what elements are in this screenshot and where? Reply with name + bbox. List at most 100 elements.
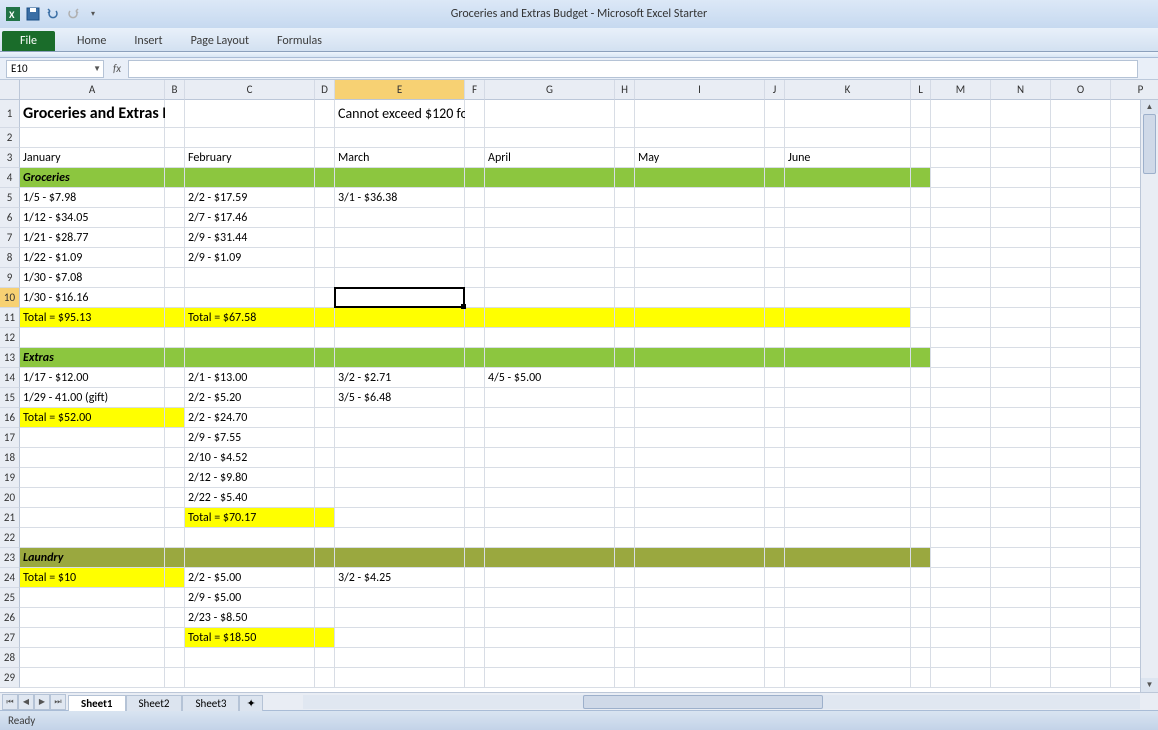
cell-G14[interactable]: 4/5 - $5.00 bbox=[485, 368, 615, 388]
cell-M23[interactable] bbox=[931, 548, 991, 568]
cell-B4[interactable] bbox=[165, 168, 185, 188]
cell-H7[interactable] bbox=[615, 228, 635, 248]
cell-C6[interactable]: 2/7 - $17.46 bbox=[185, 208, 315, 228]
cell-I13[interactable] bbox=[635, 348, 765, 368]
col-header-D[interactable]: D bbox=[315, 80, 335, 100]
cell-F29[interactable] bbox=[465, 668, 485, 688]
cell-O21[interactable] bbox=[1051, 508, 1111, 528]
cell-L28[interactable] bbox=[911, 648, 931, 668]
cell-G28[interactable] bbox=[485, 648, 615, 668]
cell-C10[interactable] bbox=[185, 288, 315, 308]
sheet-tab-2[interactable]: Sheet2 bbox=[126, 695, 183, 711]
qat-dropdown-icon[interactable]: ▾ bbox=[84, 5, 102, 23]
row-header-4[interactable]: 4 bbox=[0, 168, 20, 188]
cell-E5[interactable]: 3/1 - $36.38 bbox=[335, 188, 465, 208]
cell-F26[interactable] bbox=[465, 608, 485, 628]
col-header-P[interactable]: P bbox=[1111, 80, 1158, 100]
cell-A27[interactable] bbox=[20, 628, 165, 648]
cell-M24[interactable] bbox=[931, 568, 991, 588]
cell-H15[interactable] bbox=[615, 388, 635, 408]
cell-F22[interactable] bbox=[465, 528, 485, 548]
cell-J1[interactable] bbox=[765, 100, 785, 128]
cell-K1[interactable] bbox=[785, 100, 911, 128]
cell-C2[interactable] bbox=[185, 128, 315, 148]
row-header-7[interactable]: 7 bbox=[0, 228, 20, 248]
cell-D28[interactable] bbox=[315, 648, 335, 668]
cell-B2[interactable] bbox=[165, 128, 185, 148]
redo-icon[interactable] bbox=[64, 5, 82, 23]
cell-N6[interactable] bbox=[991, 208, 1051, 228]
cell-G8[interactable] bbox=[485, 248, 615, 268]
cell-B17[interactable] bbox=[165, 428, 185, 448]
cell-H13[interactable] bbox=[615, 348, 635, 368]
tab-formulas[interactable]: Formulas bbox=[263, 31, 336, 51]
cell-F19[interactable] bbox=[465, 468, 485, 488]
cell-J12[interactable] bbox=[765, 328, 785, 348]
cell-I19[interactable] bbox=[635, 468, 765, 488]
cell-D13[interactable] bbox=[315, 348, 335, 368]
sheet-nav-first[interactable]: ⏮ bbox=[2, 694, 18, 710]
cell-F10[interactable] bbox=[465, 288, 485, 308]
cell-J16[interactable] bbox=[765, 408, 785, 428]
cell-H9[interactable] bbox=[615, 268, 635, 288]
cell-J29[interactable] bbox=[765, 668, 785, 688]
cell-G13[interactable] bbox=[485, 348, 615, 368]
cell-E24[interactable]: 3/2 - $4.25 bbox=[335, 568, 465, 588]
cell-F28[interactable] bbox=[465, 648, 485, 668]
cell-M29[interactable] bbox=[931, 668, 991, 688]
row-header-21[interactable]: 21 bbox=[0, 508, 20, 528]
cell-I14[interactable] bbox=[635, 368, 765, 388]
cell-O20[interactable] bbox=[1051, 488, 1111, 508]
cell-G12[interactable] bbox=[485, 328, 615, 348]
chevron-down-icon[interactable]: ▼ bbox=[93, 64, 101, 74]
cell-N12[interactable] bbox=[991, 328, 1051, 348]
cell-M20[interactable] bbox=[931, 488, 991, 508]
cell-E8[interactable] bbox=[335, 248, 465, 268]
cell-O17[interactable] bbox=[1051, 428, 1111, 448]
cell-I5[interactable] bbox=[635, 188, 765, 208]
cell-B13[interactable] bbox=[165, 348, 185, 368]
cell-A3[interactable]: January bbox=[20, 148, 165, 168]
cell-D24[interactable] bbox=[315, 568, 335, 588]
cell-M12[interactable] bbox=[931, 328, 991, 348]
cell-O27[interactable] bbox=[1051, 628, 1111, 648]
cell-G26[interactable] bbox=[485, 608, 615, 628]
cell-B6[interactable] bbox=[165, 208, 185, 228]
cell-H24[interactable] bbox=[615, 568, 635, 588]
cell-D2[interactable] bbox=[315, 128, 335, 148]
row-header-2[interactable]: 2 bbox=[0, 128, 20, 148]
cell-A15[interactable]: 1/29 - 41.00 (gift) bbox=[20, 388, 165, 408]
cell-K6[interactable] bbox=[785, 208, 911, 228]
cell-D10[interactable] bbox=[315, 288, 335, 308]
cell-D11[interactable] bbox=[315, 308, 335, 328]
cell-J23[interactable] bbox=[765, 548, 785, 568]
cell-B18[interactable] bbox=[165, 448, 185, 468]
cell-H29[interactable] bbox=[615, 668, 635, 688]
row-header-19[interactable]: 19 bbox=[0, 468, 20, 488]
cell-I25[interactable] bbox=[635, 588, 765, 608]
row-header-15[interactable]: 15 bbox=[0, 388, 20, 408]
cell-F7[interactable] bbox=[465, 228, 485, 248]
cell-B10[interactable] bbox=[165, 288, 185, 308]
cell-O3[interactable] bbox=[1051, 148, 1111, 168]
cell-M15[interactable] bbox=[931, 388, 991, 408]
cell-K24[interactable] bbox=[785, 568, 911, 588]
cell-N17[interactable] bbox=[991, 428, 1051, 448]
cell-A1[interactable]: Groceries and Extras Budget bbox=[20, 100, 165, 128]
cell-O10[interactable] bbox=[1051, 288, 1111, 308]
row-header-22[interactable]: 22 bbox=[0, 528, 20, 548]
cell-C9[interactable] bbox=[185, 268, 315, 288]
cell-M4[interactable] bbox=[931, 168, 991, 188]
cell-A24[interactable]: Total = $10 bbox=[20, 568, 165, 588]
name-box[interactable]: E10 ▼ bbox=[6, 60, 104, 78]
row-header-25[interactable]: 25 bbox=[0, 588, 20, 608]
col-header-M[interactable]: M bbox=[931, 80, 991, 100]
cell-E29[interactable] bbox=[335, 668, 465, 688]
cell-G9[interactable] bbox=[485, 268, 615, 288]
col-header-O[interactable]: O bbox=[1051, 80, 1111, 100]
cell-E11[interactable] bbox=[335, 308, 465, 328]
cell-B7[interactable] bbox=[165, 228, 185, 248]
row-header-12[interactable]: 12 bbox=[0, 328, 20, 348]
cell-A25[interactable] bbox=[20, 588, 165, 608]
save-icon[interactable] bbox=[24, 5, 42, 23]
